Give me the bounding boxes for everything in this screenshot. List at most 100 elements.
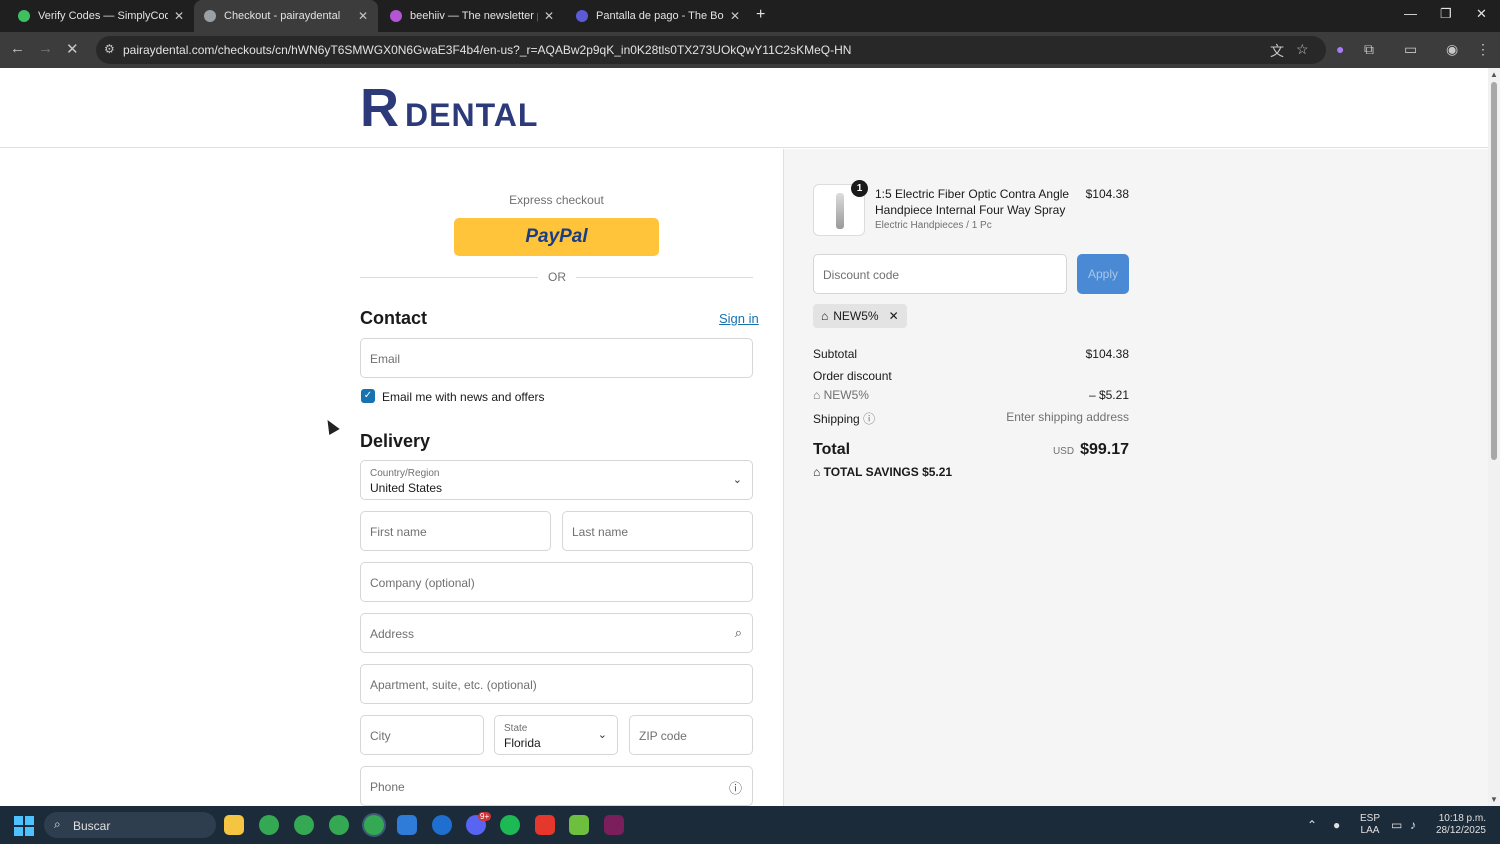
tab-boho[interactable]: Pantalla de pago - The Boho Bo ✕ — [566, 0, 750, 32]
discount-code-field[interactable]: Discount code — [813, 254, 1067, 294]
tab-search-icon[interactable]: ▭ — [1404, 41, 1417, 58]
delivery-heading: Delivery — [360, 431, 431, 451]
discount-placeholder: Discount code — [823, 268, 900, 282]
shipping-label: Shipping — [813, 412, 860, 426]
browser-app-icon[interactable] — [432, 815, 452, 835]
browser-tab-bar: Verify Codes — SimplyCodes ✕ Checkout - … — [0, 0, 1500, 32]
first-name-placeholder: First name — [370, 525, 427, 539]
scrollbar-thumb[interactable] — [1491, 82, 1497, 460]
chrome-profile-icon[interactable] — [329, 815, 349, 835]
chevron-down-icon: ⌄ — [597, 729, 607, 741]
tab-checkout[interactable]: Checkout - pairaydental ✕ — [194, 0, 378, 32]
store-logo[interactable]: R DENTAL — [360, 81, 538, 135]
zip-field[interactable]: ZIP code — [629, 715, 753, 755]
minimize-icon[interactable]: — — [1404, 6, 1417, 21]
company-placeholder: Company (optional) — [370, 576, 475, 590]
scroll-down-icon[interactable]: ▼ — [1490, 795, 1498, 804]
total-label: Total — [813, 441, 851, 458]
phone-field[interactable]: Phone ⓘ — [360, 766, 753, 806]
order-discount-row: Order discount — [813, 369, 1129, 383]
chrome-active-icon[interactable] — [364, 815, 384, 835]
profile-icon[interactable]: ◉ — [1446, 41, 1458, 58]
close-tab-icon[interactable]: ✕ — [358, 9, 368, 23]
page-scrollbar[interactable]: ▲ ▼ — [1488, 68, 1500, 806]
site-info-icon[interactable]: ⚙ — [104, 42, 115, 56]
chrome-profile-icon[interactable] — [294, 815, 314, 835]
state-label: State — [504, 723, 528, 734]
paypal-button[interactable]: PayPal — [454, 218, 659, 256]
bookmark-star-icon[interactable]: ☆ — [1296, 41, 1309, 58]
sign-in-link[interactable]: Sign in — [719, 311, 759, 326]
tag-icon: ⌂ — [821, 309, 829, 323]
extensions-puzzle-icon[interactable]: ⧉ — [1364, 41, 1374, 58]
tab-title: Checkout - pairaydental — [224, 10, 341, 22]
apartment-field[interactable]: Apartment, suite, etc. (optional) — [360, 664, 753, 704]
last-name-field[interactable]: Last name — [562, 511, 753, 551]
forward-icon[interactable]: → — [38, 40, 53, 57]
app-icon[interactable] — [535, 815, 555, 835]
address-placeholder: Address — [370, 627, 415, 641]
country-label: Country/Region — [370, 468, 440, 479]
keyboard-layout: LAA — [1360, 825, 1380, 836]
state-select[interactable]: State Florida ⌄ — [494, 715, 618, 755]
apply-button[interactable]: Apply — [1077, 254, 1129, 294]
handpiece-image — [836, 193, 844, 229]
windows-taskbar: ⌕ Buscar 9+ ⌃ ● ESP LAA ▭ ♪ 10:18 p.m. 2… — [0, 806, 1500, 844]
system-clock[interactable]: 10:18 p.m. 28/12/2025 — [1430, 813, 1486, 837]
microphone-icon[interactable]: ● — [1333, 818, 1340, 832]
remove-discount-icon[interactable]: ✕ — [889, 309, 899, 323]
tab-title: beehiiv — The newsletter platfo — [410, 10, 538, 22]
close-tab-icon[interactable]: ✕ — [544, 9, 554, 23]
apartment-placeholder: Apartment, suite, etc. (optional) — [370, 678, 537, 692]
notification-badge: 9+ — [478, 812, 492, 821]
file-explorer-icon[interactable] — [224, 815, 244, 835]
close-tab-icon[interactable]: ✕ — [174, 9, 184, 23]
windows-start-icon[interactable] — [14, 816, 34, 836]
clock-time: 10:18 p.m. — [1438, 813, 1486, 824]
back-icon[interactable]: ← — [10, 40, 25, 57]
savings-value: $5.21 — [922, 465, 953, 479]
spotify-icon[interactable] — [500, 815, 520, 835]
address-bar[interactable]: ⚙ pairaydental.com/checkouts/cn/hWN6yT6S… — [96, 36, 1326, 64]
email-field[interactable]: Email — [360, 338, 753, 378]
discount-code-label: NEW5% — [823, 388, 869, 402]
taskbar-search[interactable]: ⌕ Buscar — [44, 812, 216, 838]
country-select[interactable]: Country/Region United States ⌄ — [360, 460, 753, 500]
volume-icon[interactable]: ♪ — [1410, 818, 1416, 832]
close-tab-icon[interactable]: ✕ — [730, 9, 740, 23]
chrome-icon[interactable] — [259, 815, 279, 835]
search-icon: ⌕ — [54, 817, 61, 831]
or-label: OR — [538, 270, 576, 284]
new-tab-icon[interactable]: + — [756, 6, 765, 24]
stop-loading-icon[interactable]: ✕ — [66, 40, 79, 58]
company-field[interactable]: Company (optional) — [360, 562, 753, 602]
zip-placeholder: ZIP code — [639, 729, 687, 743]
tab-simplycodes[interactable]: Verify Codes — SimplyCodes ✕ — [8, 0, 194, 32]
applied-code-label: NEW5% — [833, 309, 879, 323]
app-icon[interactable] — [397, 815, 417, 835]
extension-icon[interactable]: ● — [1336, 41, 1344, 57]
restore-icon[interactable]: ❐ — [1440, 6, 1452, 22]
close-window-icon[interactable]: ✕ — [1476, 6, 1487, 22]
show-hidden-icons-icon[interactable]: ⌃ — [1307, 818, 1317, 832]
tab-title: Pantalla de pago - The Boho Bo — [596, 10, 724, 22]
first-name-field[interactable]: First name — [360, 511, 551, 551]
address-field[interactable]: Address ⌕ — [360, 613, 753, 653]
translate-icon[interactable]: 文 — [1270, 41, 1284, 61]
help-icon[interactable]: ⓘ — [863, 412, 875, 426]
network-icon[interactable]: ▭ — [1391, 818, 1402, 832]
tag-icon: ⌂ — [813, 465, 824, 479]
help-icon[interactable]: ⓘ — [729, 778, 742, 797]
contact-heading: Contact — [360, 308, 427, 328]
newsletter-checkbox[interactable]: ✓ — [361, 389, 375, 403]
city-field[interactable]: City — [360, 715, 484, 755]
loading-favicon-icon — [204, 10, 216, 22]
app-icon[interactable] — [604, 815, 624, 835]
subtotal-label: Subtotal — [813, 347, 858, 361]
scroll-up-icon[interactable]: ▲ — [1490, 70, 1498, 79]
subtotal-value: $104.38 — [1085, 347, 1129, 361]
language-indicator[interactable]: ESP LAA — [1360, 813, 1380, 837]
menu-icon[interactable]: ⋮ — [1476, 41, 1490, 58]
tab-beehiiv[interactable]: beehiiv — The newsletter platfo ✕ — [380, 0, 564, 32]
xbox-icon[interactable] — [569, 815, 589, 835]
